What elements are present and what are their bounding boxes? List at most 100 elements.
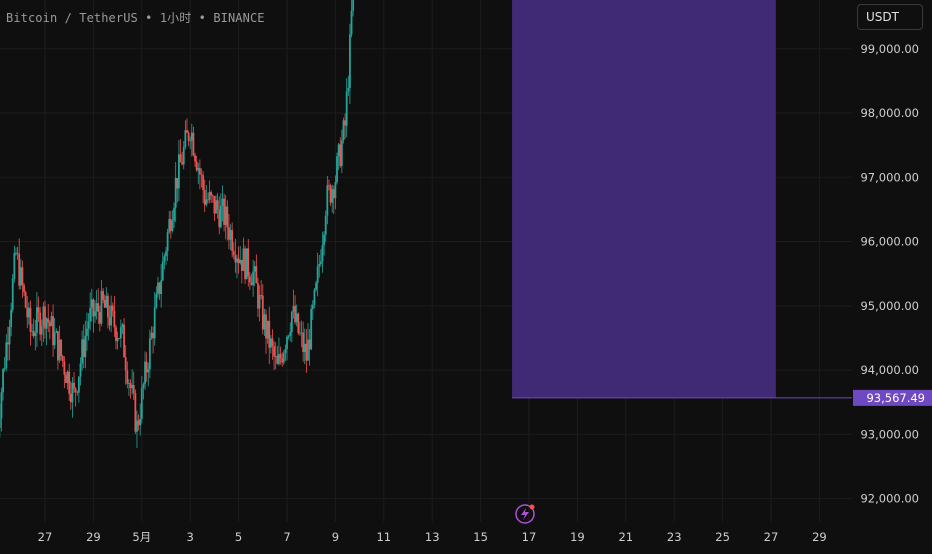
candle-body	[137, 420, 140, 426]
candle-body	[39, 312, 42, 335]
candle-body	[174, 178, 177, 208]
candle-body	[53, 332, 56, 346]
candle-body	[178, 154, 180, 189]
candle-body	[279, 354, 282, 359]
candle-body	[176, 178, 179, 189]
candle-body	[126, 370, 129, 384]
candle-body	[316, 266, 319, 283]
candle-body	[239, 260, 242, 264]
candle-body	[0, 418, 1, 428]
candle-body	[331, 189, 334, 203]
candle-body	[278, 354, 280, 364]
y-tick-label: 96,000.00	[860, 235, 919, 249]
candle-body	[287, 335, 290, 337]
candles	[0, 0, 355, 448]
candle-body	[303, 343, 306, 353]
candle-body	[244, 248, 246, 280]
candle-body	[157, 282, 159, 294]
x-tick-label: 27	[38, 530, 53, 544]
candle-body	[342, 120, 345, 141]
stop-price-text: 93,567.49	[866, 391, 925, 405]
candle-body	[349, 34, 351, 88]
candle-body	[26, 307, 29, 318]
candle-body	[102, 290, 104, 300]
candle-body	[269, 338, 272, 348]
y-tick-label: 94,000.00	[860, 363, 919, 377]
candle-body	[334, 182, 337, 199]
candle-body	[160, 280, 163, 295]
candle-body	[318, 263, 321, 267]
candle-body	[73, 382, 75, 389]
candle-body	[18, 253, 21, 286]
candle-body	[113, 310, 116, 328]
candle-body	[224, 206, 227, 225]
x-tick-label: 11	[376, 530, 391, 544]
projection-box	[512, 0, 852, 399]
candle-body	[34, 332, 37, 337]
candle-body	[326, 185, 329, 216]
candle-body	[97, 303, 100, 312]
candle-body	[15, 252, 17, 254]
candle-body	[323, 234, 326, 246]
candle-body	[42, 306, 45, 327]
candle-body	[110, 305, 113, 326]
candle-body	[324, 215, 327, 235]
flash-icon[interactable]	[515, 504, 535, 524]
candle-body	[321, 245, 324, 262]
chart-root[interactable]: XABCD0.8430.8351.4981.193 92,000.0093,00…	[0, 0, 932, 550]
x-tick-label: 23	[667, 530, 682, 544]
candle-body	[257, 283, 259, 309]
candle-body	[0, 392, 3, 419]
candle-body	[77, 376, 80, 393]
candle-body	[313, 289, 316, 305]
candle-body	[215, 200, 217, 214]
currency-button[interactable]: USDT	[857, 4, 923, 30]
candle-body	[231, 229, 234, 251]
y-tick-label: 99,000.00	[860, 42, 919, 56]
candle-body	[205, 199, 208, 205]
candle-body	[90, 299, 93, 308]
candle-body	[237, 258, 240, 264]
candle-body	[282, 352, 285, 363]
candle-body	[52, 316, 54, 346]
candle-body	[352, 0, 355, 11]
candle-body	[311, 304, 314, 309]
candle-body	[124, 357, 127, 371]
candle-body	[261, 295, 264, 330]
candle-body	[310, 308, 313, 350]
candle-body	[315, 282, 317, 290]
candle-body	[190, 132, 193, 141]
candle-body	[63, 361, 66, 375]
candle-body	[186, 130, 188, 133]
x-tick-label: 29	[86, 530, 101, 544]
candle-body	[305, 343, 308, 361]
candle-body	[32, 331, 35, 337]
candle-body	[31, 331, 33, 332]
candle-body	[118, 338, 121, 340]
candle-body	[152, 332, 154, 339]
candle-body	[98, 311, 101, 324]
candle-body	[181, 162, 184, 165]
x-tick-label: 5月	[132, 530, 151, 544]
x-tick-label: 21	[618, 530, 633, 544]
candle-body	[45, 318, 48, 329]
candle-body	[236, 258, 238, 263]
candle-body	[245, 248, 248, 280]
candle-body	[286, 336, 288, 350]
price-chart[interactable]: XABCD0.8430.8351.4981.193 92,000.0093,00…	[0, 0, 932, 550]
candle-body	[81, 339, 84, 364]
candle-body	[23, 285, 25, 293]
candle-body	[8, 327, 11, 345]
x-tick-label: 5	[235, 530, 242, 544]
candle-body	[150, 332, 153, 339]
x-axis: 27 29 5月 3 5 7 9 11 13 15 17 19 21 23 25 27 29	[38, 530, 827, 544]
candle-body	[216, 200, 219, 210]
candle-body	[134, 393, 137, 432]
candle-body	[165, 251, 167, 257]
candle-body	[273, 346, 275, 357]
candle-body	[336, 156, 338, 183]
candle-body	[168, 219, 171, 233]
x-tick-label: 9	[332, 530, 339, 544]
candle-body	[10, 309, 13, 328]
candle-body	[123, 324, 125, 358]
